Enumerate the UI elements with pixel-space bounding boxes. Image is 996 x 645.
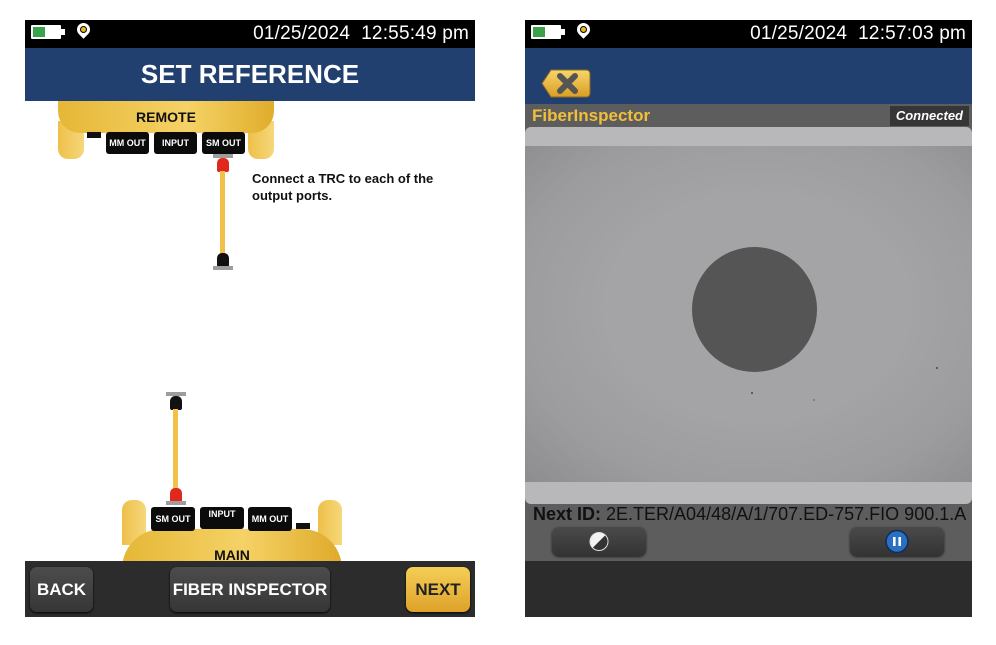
fiber-core: [692, 247, 817, 372]
main-port-input: INPUT: [200, 507, 244, 529]
connection-status-badge: Connected: [889, 106, 969, 126]
status-bar: 01/25/2024 12:55:49 pm: [25, 20, 475, 48]
main-port-sm-out: SM OUT: [151, 507, 195, 531]
fiber-endface-image[interactable]: [525, 146, 972, 482]
app-name: FiberInspector: [532, 106, 651, 125]
remote-connector-red: [217, 158, 229, 172]
main-port-mm-out: MM OUT: [248, 507, 292, 531]
remote-label: REMOTE: [58, 101, 274, 133]
remote-port-mm-out: MM OUT: [106, 132, 149, 154]
next-id-label: Next ID:: [533, 504, 602, 524]
header-bar: [525, 48, 972, 104]
remote-connector-black: [217, 253, 229, 267]
battery-icon: [531, 25, 565, 39]
contrast-icon: [589, 532, 609, 551]
next-id-value: 2E.TER/A04/48/A/1/707.ED-757.FIO 900.1.A: [606, 504, 967, 524]
remote-unit-diagram: REMOTE MM OUT INPUT SM OUT: [58, 101, 274, 159]
remote-cable-end: [213, 266, 233, 270]
viewer-frame: [525, 127, 972, 504]
fiber-inspector-screen: 01/25/2024 12:57:03 pm FiberInspector Co…: [525, 20, 972, 617]
datetime: 01/25/2024 12:55:49 pm: [253, 23, 469, 44]
remote-port-sm-out: SM OUT: [202, 132, 245, 154]
location-pin-icon: [574, 20, 593, 39]
set-reference-screen: 01/25/2024 12:55:49 pm SET REFERENCE REM…: [25, 20, 475, 617]
main-indicator: [296, 523, 310, 529]
location-pin-icon: [74, 20, 93, 39]
info-bar: FiberInspector Connected: [525, 104, 972, 128]
close-button[interactable]: [541, 63, 591, 98]
main-trc-cable: [173, 409, 178, 491]
back-button[interactable]: BACK: [30, 567, 93, 612]
battery-icon: [31, 25, 65, 39]
remote-indicator: [87, 132, 101, 138]
page-title: SET REFERENCE: [25, 48, 475, 101]
instruction-text: Connect a TRC to each of the output port…: [252, 171, 434, 203]
main-connector-black: [170, 396, 182, 410]
contamination-speck: [813, 399, 815, 401]
contamination-speck: [936, 367, 938, 369]
contrast-button[interactable]: [552, 527, 646, 556]
next-id: Next ID: 2E.TER/A04/48/A/1/707.ED-757.FI…: [533, 504, 966, 525]
pause-button[interactable]: [850, 527, 944, 556]
remote-port-input: INPUT: [154, 132, 197, 154]
next-button[interactable]: NEXT: [406, 567, 470, 612]
datetime: 01/25/2024 12:57:03 pm: [750, 23, 966, 44]
close-x-icon: [541, 69, 591, 98]
pause-icon: [885, 529, 909, 554]
fiber-inspector-button[interactable]: FIBER INSPECTOR: [170, 567, 330, 612]
bottom-bar: [525, 561, 972, 617]
remote-trc-cable: [220, 171, 225, 254]
bottom-toolbar: BACK FIBER INSPECTOR NEXT: [25, 561, 475, 617]
contamination-speck: [751, 392, 753, 394]
status-bar: 01/25/2024 12:57:03 pm: [525, 20, 972, 48]
